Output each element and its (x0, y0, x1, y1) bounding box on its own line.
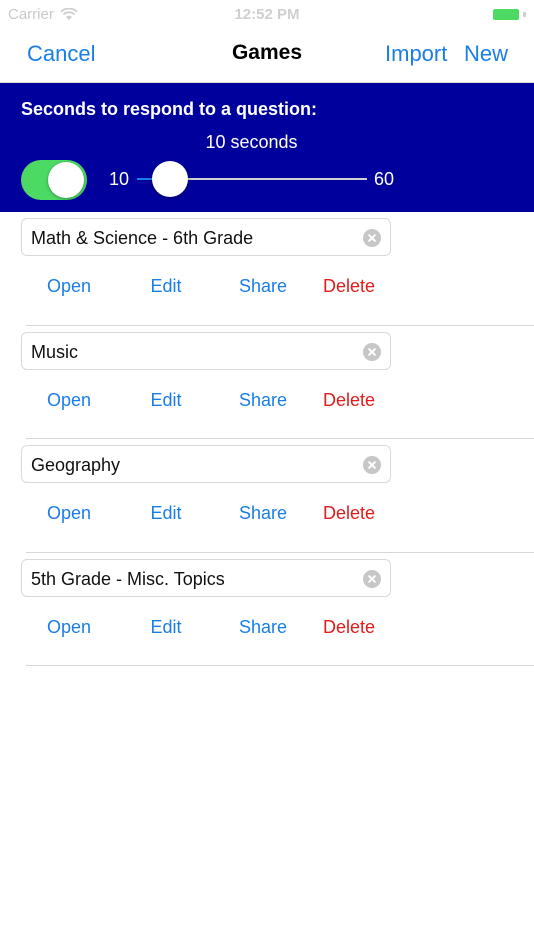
response-time-toggle[interactable] (21, 160, 87, 200)
game-item: Math & Science - 6th Grade Open Edit Sha… (0, 212, 534, 326)
edit-button[interactable]: Edit (116, 503, 216, 524)
cancel-button[interactable]: Cancel (27, 41, 95, 67)
edit-button[interactable]: Edit (116, 390, 216, 411)
game-name-text: 5th Grade - Misc. Topics (31, 568, 225, 589)
new-game-button[interactable]: New (464, 41, 508, 67)
game-name-field[interactable]: 5th Grade - Misc. Topics (21, 558, 391, 597)
response-time-slider[interactable] (137, 161, 367, 197)
slider-thumb[interactable] (152, 161, 188, 197)
share-button[interactable]: Share (213, 503, 313, 524)
delete-button[interactable]: Delete (299, 276, 399, 297)
clear-icon[interactable] (363, 569, 381, 588)
game-name-field[interactable]: Math & Science - 6th Grade (21, 218, 391, 256)
game-name-text: Geography (31, 455, 121, 475)
game-name-text: Music (31, 341, 79, 362)
open-button[interactable]: Open (19, 503, 119, 524)
toggle-knob[interactable] (48, 162, 84, 198)
open-button[interactable]: Open (19, 276, 119, 297)
response-time-label: Seconds to respond to a question: (21, 99, 318, 119)
open-button[interactable]: Open (19, 617, 119, 638)
share-button[interactable]: Share (213, 276, 313, 297)
open-button[interactable]: Open (19, 390, 119, 411)
navigation-bar: Cancel Games Import New (0, 28, 534, 83)
share-button[interactable]: Share (213, 617, 313, 638)
status-bar: Carrier 12:52 PM (0, 0, 534, 28)
clear-icon[interactable] (363, 342, 381, 361)
game-name-text: Math & Science - 6th Grade (31, 228, 254, 248)
delete-button[interactable]: Delete (299, 617, 399, 638)
clear-icon[interactable] (363, 229, 381, 247)
slider-max-label: 60 (374, 169, 395, 189)
edit-button[interactable]: Edit (116, 276, 216, 297)
game-item: 5th Grade - Misc. Topics Open Edit Share… (0, 553, 534, 666)
delete-button[interactable]: Delete (299, 503, 399, 524)
games-list: Math & Science - 6th Grade Open Edit Sha… (0, 212, 534, 666)
row-separator (26, 665, 534, 666)
response-time-value: 10 seconds (205, 132, 298, 152)
game-item: Geography Open Edit Share Delete (0, 439, 534, 553)
import-button[interactable]: Import (385, 41, 447, 67)
share-button[interactable]: Share (213, 390, 313, 411)
edit-button[interactable]: Edit (116, 617, 216, 638)
game-item: Music Open Edit Share Delete (0, 326, 534, 439)
game-name-field[interactable]: Music (21, 331, 391, 370)
clear-icon[interactable] (363, 456, 381, 474)
status-time: 12:52 PM (234, 5, 300, 23)
response-time-panel: Seconds to respond to a question: 10 sec… (0, 83, 534, 212)
delete-button[interactable]: Delete (299, 390, 399, 411)
slider-min-label: 10 (109, 169, 130, 189)
game-name-field[interactable]: Geography (21, 445, 391, 483)
